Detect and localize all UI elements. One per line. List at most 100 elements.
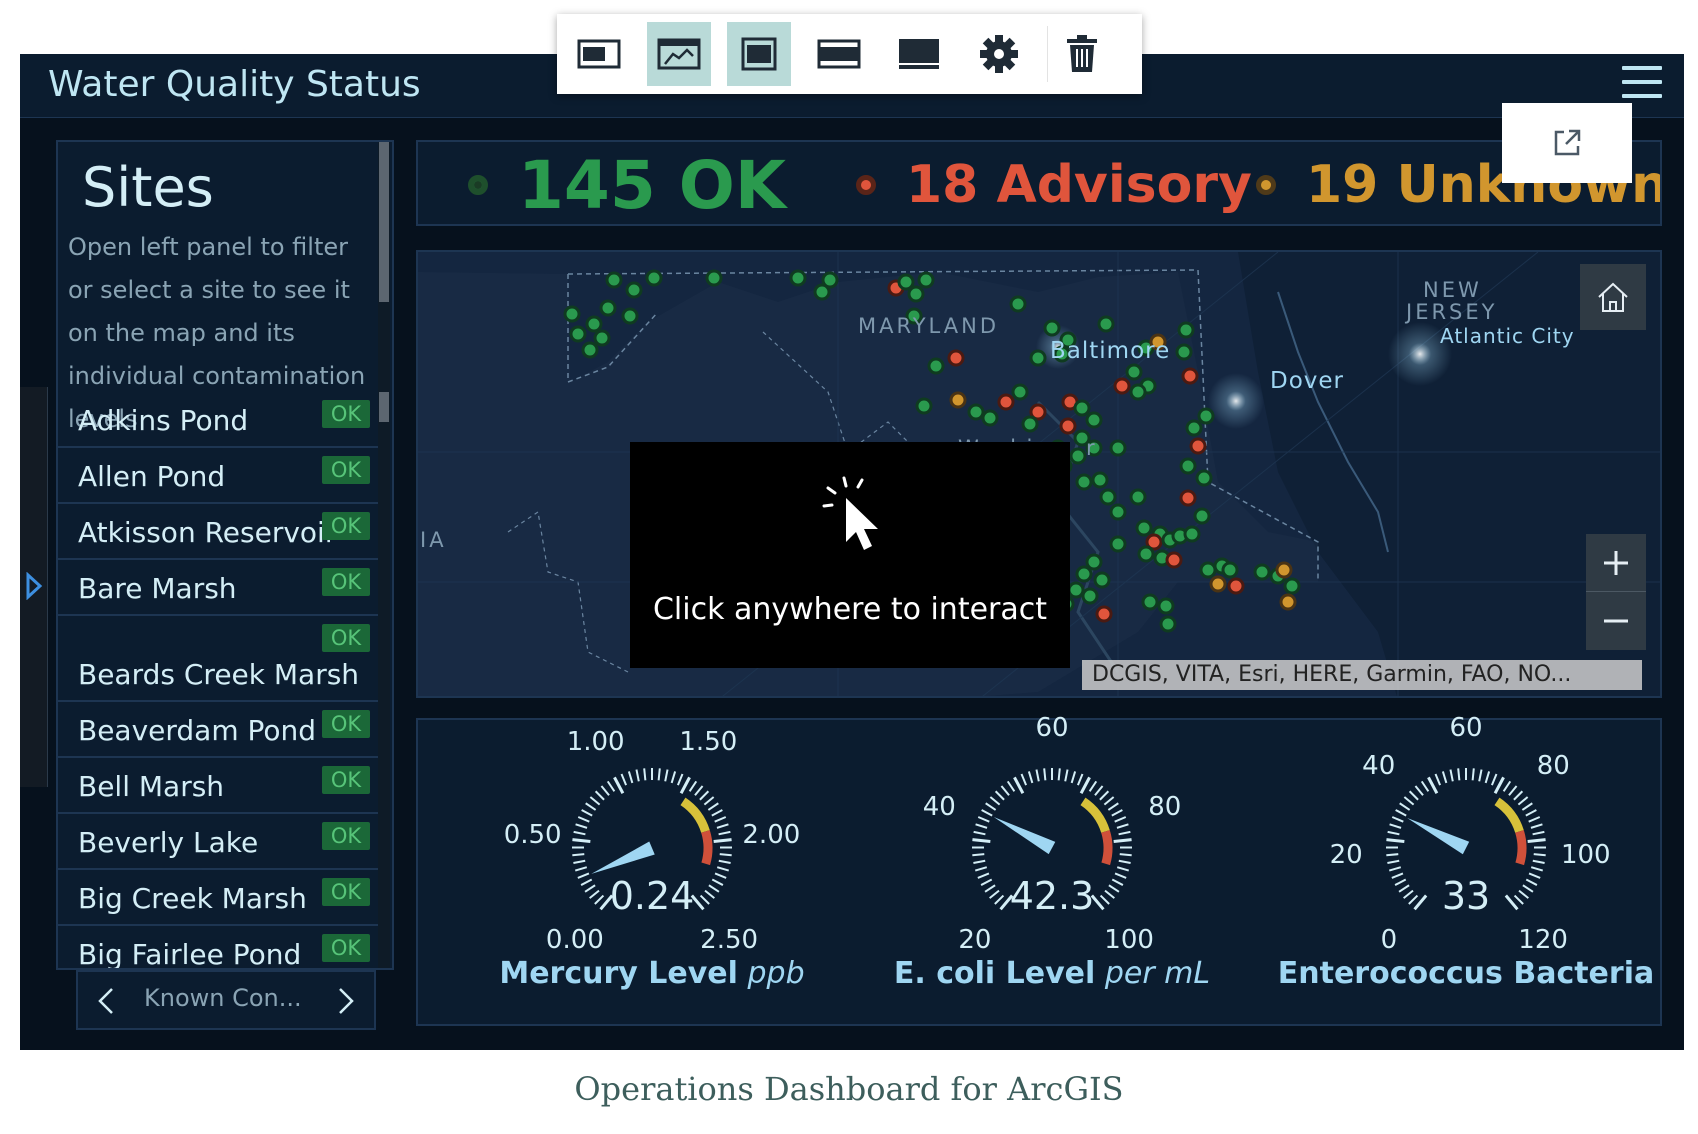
expand-left-panel-icon[interactable]	[25, 572, 43, 600]
site-marker[interactable]	[1209, 575, 1227, 593]
site-item[interactable]: Beaverdam Pond OK	[58, 702, 380, 758]
site-marker[interactable]	[1227, 577, 1245, 595]
site-marker[interactable]	[1093, 571, 1111, 589]
site-item[interactable]: Atkisson Reservoir OK	[58, 504, 380, 560]
site-marker[interactable]	[1097, 315, 1115, 333]
site-marker[interactable]	[1253, 563, 1271, 581]
site-marker[interactable]	[915, 397, 933, 415]
site-marker[interactable]	[917, 271, 935, 289]
site-marker[interactable]	[1137, 545, 1155, 563]
toolbar-button-monitor[interactable]	[887, 22, 951, 86]
site-marker[interactable]	[563, 305, 581, 323]
site-marker[interactable]	[625, 281, 643, 299]
next-arrow-icon[interactable]	[336, 986, 356, 1016]
toolbar-button-chart[interactable]	[647, 22, 711, 86]
site-marker[interactable]	[621, 307, 639, 325]
site-marker[interactable]	[1159, 615, 1177, 633]
site-marker[interactable]	[599, 299, 617, 317]
expand-popup[interactable]	[1502, 103, 1632, 183]
site-marker[interactable]	[1135, 519, 1153, 537]
toolbar-button-delete[interactable]	[1050, 22, 1114, 86]
site-marker[interactable]	[1075, 473, 1093, 491]
site-marker[interactable]	[1181, 367, 1199, 385]
site-marker[interactable]	[1109, 439, 1127, 457]
site-marker[interactable]	[1009, 295, 1027, 313]
site-marker[interactable]	[981, 409, 999, 427]
site-marker[interactable]	[1179, 489, 1197, 507]
site-marker[interactable]	[1095, 605, 1113, 623]
site-marker[interactable]	[897, 273, 915, 291]
site-marker[interactable]	[1091, 471, 1109, 489]
site-marker[interactable]	[1085, 411, 1103, 429]
menu-icon[interactable]	[1622, 66, 1662, 102]
site-item[interactable]: Adkins Pond OK	[58, 392, 380, 448]
site-marker[interactable]	[581, 341, 599, 359]
site-item[interactable]: Beverly Lake OK	[58, 814, 380, 870]
site-marker[interactable]	[1183, 525, 1201, 543]
site-marker[interactable]	[1177, 321, 1195, 339]
site-marker[interactable]	[1175, 343, 1193, 361]
toolbar-button-settings[interactable]	[967, 22, 1031, 86]
toolbar-button-full-layout[interactable]	[727, 22, 791, 86]
site-marker[interactable]	[1129, 488, 1147, 506]
panel-scrollbar[interactable]	[378, 142, 390, 968]
site-marker[interactable]	[1165, 551, 1183, 569]
site-marker[interactable]	[1275, 561, 1293, 579]
site-marker[interactable]	[1157, 597, 1175, 615]
site-marker[interactable]	[1029, 349, 1047, 367]
scrollbar-thumb[interactable]	[379, 142, 389, 302]
site-marker[interactable]	[1179, 457, 1197, 475]
site-item[interactable]: Allen Pond OK	[58, 448, 380, 504]
site-marker[interactable]	[821, 271, 839, 289]
site-marker[interactable]	[593, 329, 611, 347]
site-marker[interactable]	[1279, 593, 1297, 611]
site-item[interactable]: Bare Marsh OK	[58, 560, 380, 616]
site-marker[interactable]	[927, 357, 945, 375]
site-marker[interactable]	[1075, 565, 1093, 583]
site-marker[interactable]	[1011, 383, 1029, 401]
site-marker[interactable]	[1185, 419, 1203, 437]
site-marker[interactable]	[949, 391, 967, 409]
site-marker[interactable]	[585, 315, 603, 333]
site-marker[interactable]	[1141, 593, 1159, 611]
site-marker[interactable]	[1189, 437, 1207, 455]
site-marker[interactable]	[1081, 587, 1099, 605]
site-marker[interactable]	[1125, 363, 1143, 381]
left-panel-strip[interactable]	[20, 387, 48, 787]
map-view[interactable]: MARYLAND NEW JERSEY IA Washin r Baltimor…	[416, 250, 1662, 698]
site-marker[interactable]	[1085, 553, 1103, 571]
site-marker[interactable]	[1199, 561, 1217, 579]
map-home-button[interactable]	[1580, 264, 1646, 330]
toolbar-button-wide-layout[interactable]	[807, 22, 871, 86]
site-marker[interactable]	[907, 285, 925, 303]
site-marker[interactable]	[645, 269, 663, 287]
site-marker[interactable]	[1069, 447, 1087, 465]
zoom-in-button[interactable]	[1586, 534, 1646, 592]
site-marker[interactable]	[1129, 383, 1147, 401]
site-item[interactable]: Bell Marsh OK	[58, 758, 380, 814]
site-marker[interactable]	[605, 271, 623, 289]
toolbar-button-side-layout[interactable]	[567, 22, 631, 86]
site-marker[interactable]	[1109, 535, 1127, 553]
site-item[interactable]: Big Creek Marsh OK	[58, 870, 380, 926]
site-item[interactable]: Beards Creek Marsh OK	[58, 616, 380, 702]
site-marker[interactable]	[1099, 488, 1117, 506]
site-marker[interactable]	[705, 269, 723, 287]
site-marker[interactable]	[947, 349, 965, 367]
site-marker[interactable]	[1021, 415, 1039, 433]
site-marker[interactable]	[1195, 469, 1213, 487]
site-marker[interactable]	[1113, 377, 1131, 395]
site-marker[interactable]	[1283, 577, 1301, 595]
site-marker[interactable]	[1197, 407, 1215, 425]
site-marker[interactable]	[997, 393, 1015, 411]
site-item[interactable]: Big Fairlee Pond OK	[58, 926, 380, 968]
previous-arrow-icon[interactable]	[96, 986, 116, 1016]
site-marker[interactable]	[1059, 417, 1077, 435]
site-marker[interactable]	[1067, 581, 1085, 599]
interact-overlay[interactable]: Click anywhere to interact	[630, 442, 1070, 668]
site-marker[interactable]	[967, 403, 985, 421]
site-marker[interactable]	[789, 269, 807, 287]
site-marker[interactable]	[1221, 561, 1239, 579]
site-marker[interactable]	[1109, 503, 1127, 521]
site-marker[interactable]	[1073, 399, 1091, 417]
